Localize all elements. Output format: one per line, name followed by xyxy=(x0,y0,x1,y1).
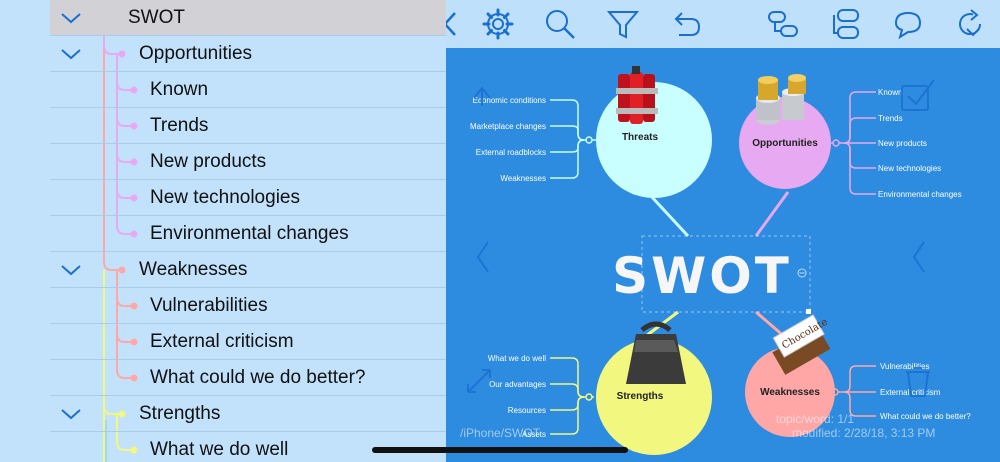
chevron-left-icon xyxy=(446,12,456,36)
center-topic-label: SWOT xyxy=(612,247,792,305)
add-sibling-button[interactable] xyxy=(829,6,865,42)
opportunities-item: Trends xyxy=(878,114,903,123)
outline-row-label: Environmental changes xyxy=(150,223,349,244)
search-icon xyxy=(546,10,575,39)
comment-icon xyxy=(894,11,922,40)
outline-row-strengths[interactable]: Strengths xyxy=(50,396,446,432)
outline-row-trends[interactable]: Trends xyxy=(50,108,446,144)
back-button[interactable] xyxy=(446,6,468,42)
expand-icon xyxy=(467,369,491,393)
weaknesses-branch-lines xyxy=(830,365,876,417)
outline-row-label: Weaknesses xyxy=(139,259,248,280)
threats-item: Economic conditions xyxy=(473,96,546,105)
outline-row-label: What could we do better? xyxy=(150,367,366,388)
add-child-button[interactable] xyxy=(765,6,801,42)
outline-row-known[interactable]: Known xyxy=(50,72,446,108)
dynamite-icon xyxy=(616,66,658,124)
strengths-label: Strengths xyxy=(617,391,664,402)
modified-date: modified: 2/28/18, 3:13 PM xyxy=(792,426,936,440)
undo-button[interactable] xyxy=(668,6,704,42)
outline-row-vulnerabilities[interactable]: Vulnerabilities xyxy=(50,288,446,324)
comment-button[interactable] xyxy=(890,6,926,42)
outline-row-new-products[interactable]: New products xyxy=(50,144,446,180)
weaknesses-label: Weaknesses xyxy=(760,387,820,398)
outline-row-opportunities[interactable]: Opportunities xyxy=(50,36,446,72)
outline-row-external-criticism[interactable]: External criticism xyxy=(50,324,446,360)
home-indicator[interactable] xyxy=(372,447,628,453)
outline-row-environmental-changes[interactable]: Environmental changes xyxy=(50,216,446,252)
outline-row-label: Vulnerabilities xyxy=(150,295,268,316)
chevron-down-icon[interactable] xyxy=(60,45,82,63)
chevron-down-icon[interactable] xyxy=(60,405,82,423)
outline-row-label: Known xyxy=(150,79,209,100)
filter-button[interactable] xyxy=(605,6,641,42)
outline-row-label: What we do well xyxy=(150,439,289,460)
threats-item: External roadblocks xyxy=(476,148,546,157)
opportunities-item: New products xyxy=(878,139,927,148)
outline-row-label: New products xyxy=(150,151,267,172)
strengths-item: Our advantages xyxy=(489,380,546,389)
weaknesses-item: What could we do better? xyxy=(880,412,971,421)
threats-label: Threats xyxy=(622,132,659,143)
strengths-item: Resources xyxy=(508,406,546,415)
checkbox-icon xyxy=(901,85,929,111)
settings-button[interactable] xyxy=(480,6,516,42)
filter-icon xyxy=(606,11,640,39)
refresh-icon xyxy=(959,9,982,37)
add-sibling-icon xyxy=(833,9,859,39)
weight-icon xyxy=(626,321,686,384)
chevron-down-icon[interactable] xyxy=(60,261,82,279)
outline-row-weaknesses[interactable]: Weaknesses xyxy=(50,252,446,288)
outline-row-label: External criticism xyxy=(150,331,294,352)
opportunities-branch-lines xyxy=(831,91,876,195)
outline-panel: SWOT Opportunities Known Trends New prod… xyxy=(0,0,446,462)
opportunities-item: Environmental changes xyxy=(878,190,962,199)
threats-item: Weaknesses xyxy=(500,174,546,183)
threats-branch-lines xyxy=(550,99,596,179)
opportunities-label: Opportunities xyxy=(752,138,818,149)
chevron-down-icon[interactable] xyxy=(60,9,82,27)
strengths-branch-lines xyxy=(550,357,594,435)
toolbar xyxy=(446,0,1000,48)
gear-icon xyxy=(482,8,514,40)
sync-button[interactable] xyxy=(952,6,988,42)
outline-row-swot[interactable]: SWOT xyxy=(50,0,446,36)
document-path: /iPhone/SWOT xyxy=(460,426,541,440)
mind-map-canvas[interactable]: Chocolate Threats Opportunities Strength… xyxy=(446,0,1000,462)
search-button[interactable] xyxy=(542,6,578,42)
outline-row-label: Trends xyxy=(150,115,209,136)
opportunities-item: New technologies xyxy=(878,164,941,173)
checkmark-icon xyxy=(907,79,935,106)
threats-item: Marketplace changes xyxy=(470,122,546,131)
outline-row-label: Strengths xyxy=(139,403,221,424)
mind-map-drawing: Chocolate Threats Opportunities Strength… xyxy=(467,66,971,455)
chevron-left-icon xyxy=(912,241,925,273)
strengths-item: What we do well xyxy=(488,354,546,363)
chevron-left-icon xyxy=(476,241,489,273)
add-child-icon xyxy=(768,11,798,37)
outline-row-new-technologies[interactable]: New technologies xyxy=(50,180,446,216)
outline-row-label: SWOT xyxy=(128,7,185,28)
link-opportunities xyxy=(754,191,790,237)
weaknesses-item: Vulnerabilities xyxy=(880,362,930,371)
undo-icon xyxy=(674,12,701,36)
outline-row-label: Opportunities xyxy=(139,43,253,64)
outline-row-what-could-we-do-better[interactable]: What could we do better? xyxy=(50,360,446,396)
topic-word-stats: topic/word: 1/1 xyxy=(776,412,855,426)
opportunities-item: Known xyxy=(878,88,902,97)
outline-row-label: New technologies xyxy=(150,187,300,208)
